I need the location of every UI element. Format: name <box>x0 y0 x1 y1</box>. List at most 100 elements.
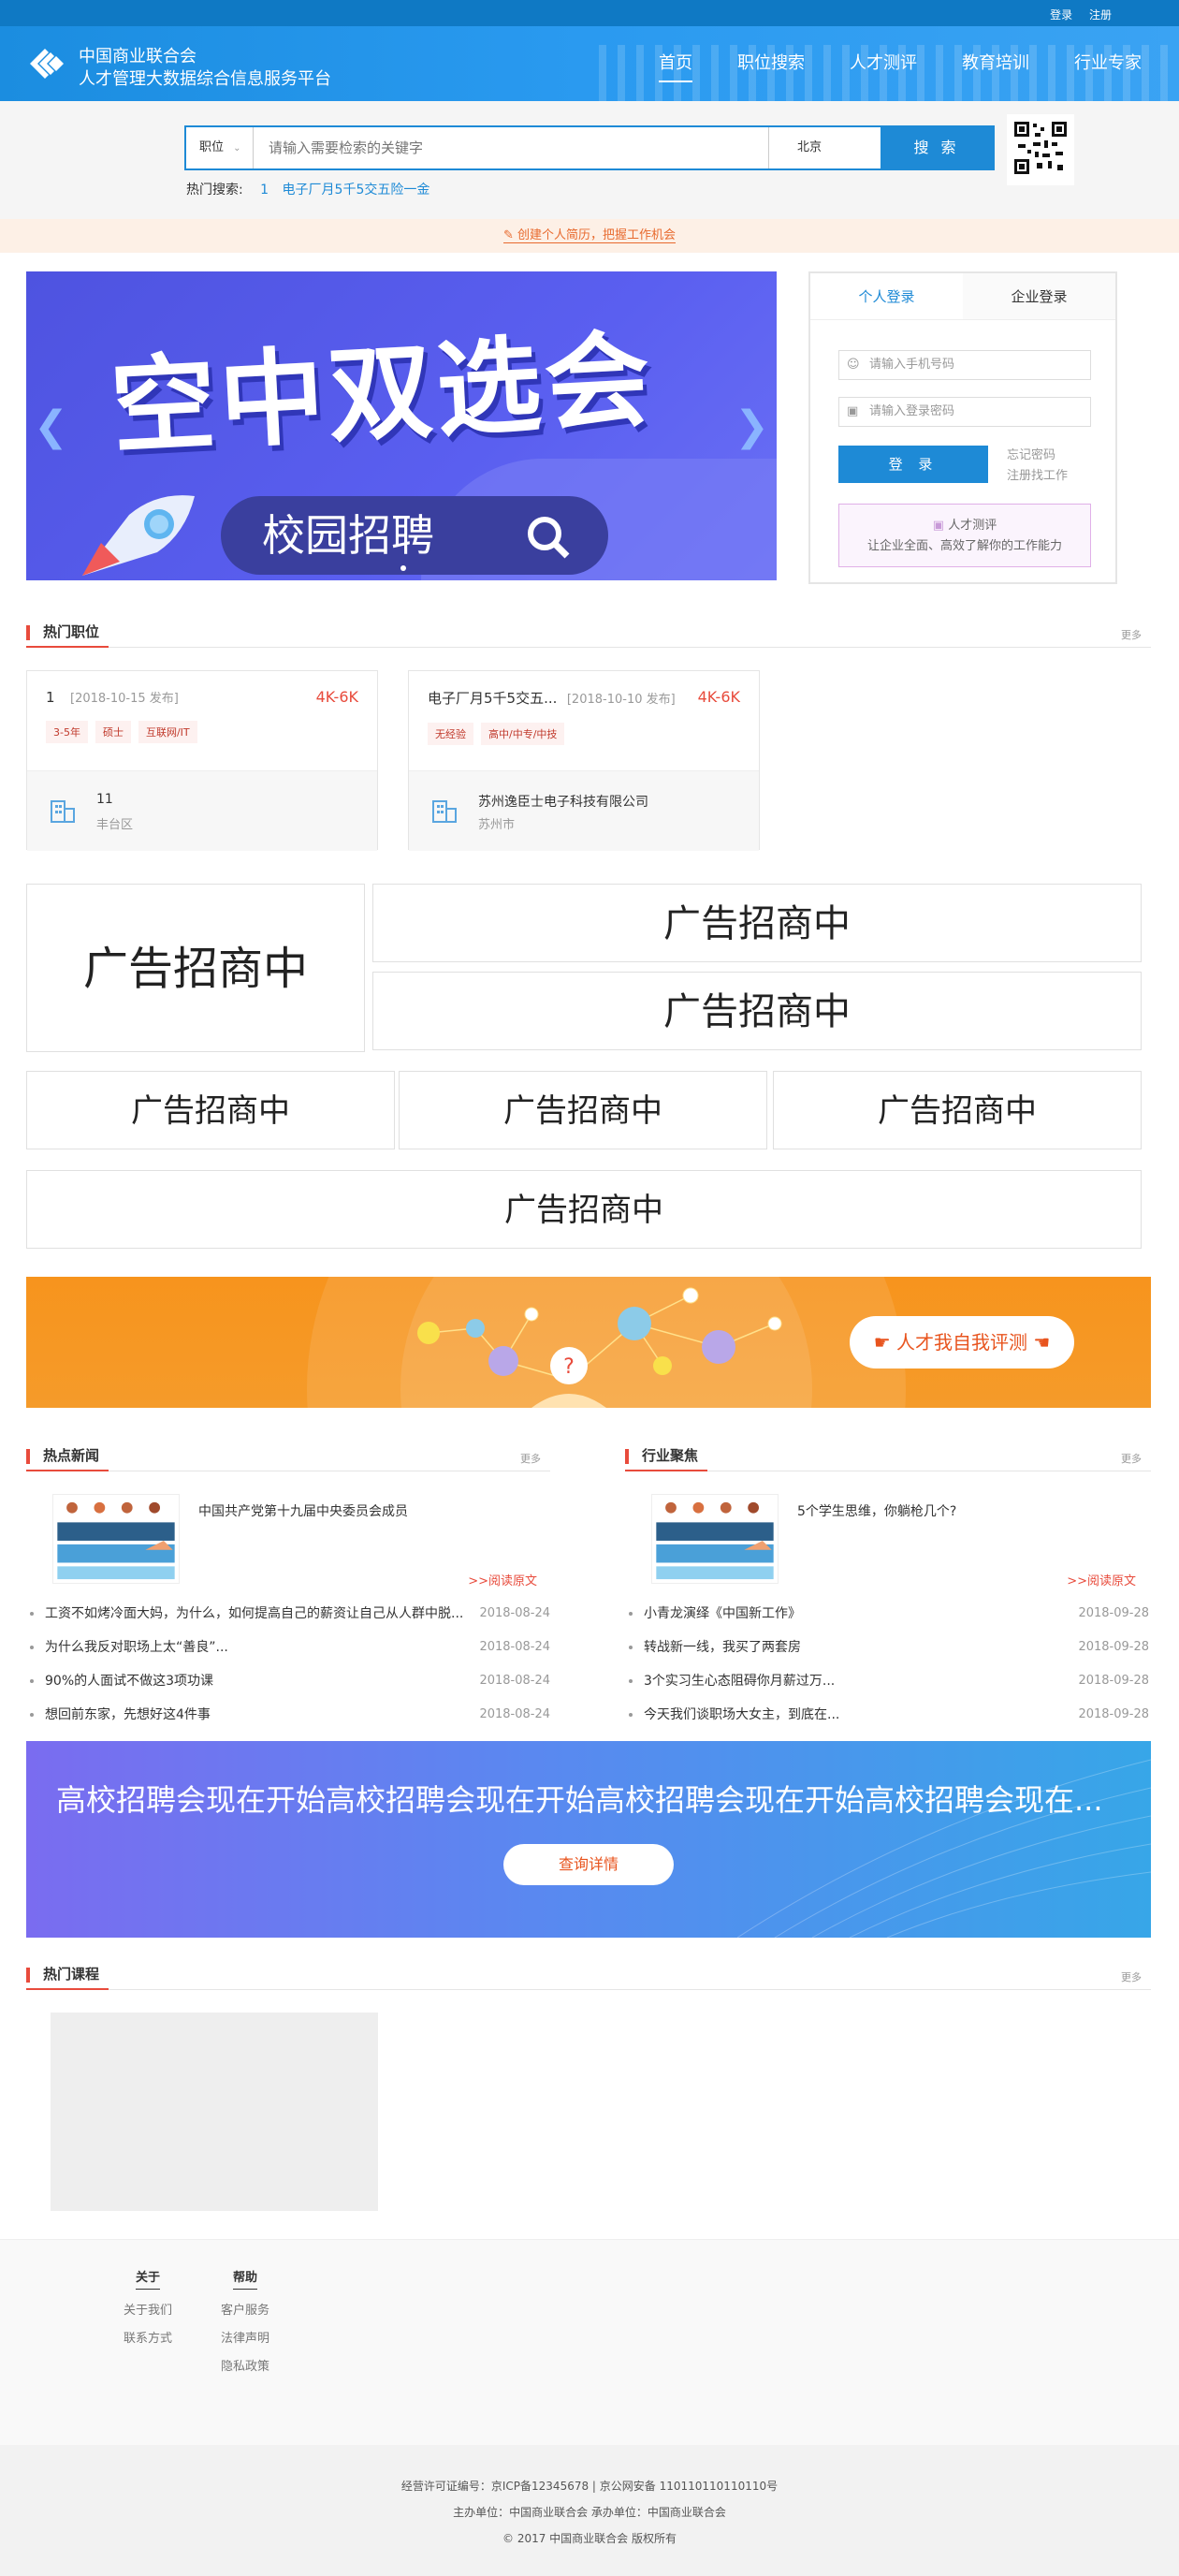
job-card[interactable]: 电子厂月5千5交五... [2018-10-10 发布] 4K-6K 无经验 高… <box>408 670 760 851</box>
top-links: 登录 注册 <box>1037 7 1112 22</box>
banner-headline: 空中双选会 <box>108 318 657 470</box>
test-desc: 让企业全面、高效了解你的工作能力 <box>866 539 1062 553</box>
news-feature[interactable]: 5个学生思维，你躺枪几个? >>阅读原文 <box>625 1494 1149 1588</box>
more-link[interactable]: 更多 <box>1121 627 1142 642</box>
company-name[interactable]: 11 <box>96 792 113 807</box>
news-date: 2018-08-24 <box>479 1640 550 1654</box>
forgot-password-link[interactable]: 忘记密码 <box>1007 446 1068 466</box>
footer-link[interactable]: 隐私政策 <box>217 2353 273 2381</box>
list-item[interactable]: 今天我们谈职场大女主，到底在... 2018-09-28 <box>625 1698 1149 1732</box>
banner-next-arrow-icon[interactable]: ❯ <box>735 402 769 450</box>
campus-banner-text: 高校招聘会现在开始高校招聘会现在开始高校招聘会现在开始高校招聘会现在... <box>56 1782 1103 1818</box>
news-feature-title[interactable]: 5个学生思维，你躺枪几个? <box>797 1501 956 1520</box>
ad-slot[interactable]: 广告招商中 <box>773 1071 1142 1149</box>
ad-slot[interactable]: 广告招商中 <box>372 884 1142 962</box>
news-title: 3个实习生心态阻碍你月薪过万... <box>644 1674 836 1689</box>
hot-keyword[interactable]: 电子厂月5千5交五险一金 <box>283 183 430 198</box>
section-title: 热门课程 <box>26 1964 109 1990</box>
news-date: 2018-09-28 <box>1078 1674 1149 1688</box>
list-item[interactable]: 转战新一线，我买了两套房 2018-09-28 <box>625 1631 1149 1664</box>
banner-carousel[interactable]: 空中双选会 校园招聘 ❮ ❯ <box>26 271 777 580</box>
ad-slot[interactable]: 广告招商中 <box>26 1071 395 1149</box>
news-feature[interactable]: 中国共产党第十九届中央委员会成员 >>阅读原文 <box>26 1494 550 1588</box>
city-select[interactable]: 北京 <box>768 127 881 168</box>
login-links: 忘记密码 注册找工作 <box>1007 446 1068 487</box>
read-more-link[interactable]: >>阅读原文 <box>468 1571 537 1588</box>
search-box: 职位 ⌄ 北京 搜 索 <box>184 125 995 170</box>
search-icon <box>528 517 570 559</box>
phone-field[interactable]: ☺ 请输入手机号码 <box>838 350 1091 380</box>
organizer-info: 主办单位：中国商业联合会 承办单位：中国商业联合会 <box>453 2506 726 2519</box>
tab-personal-login[interactable]: 个人登录 <box>810 273 963 319</box>
company-address: 丰台区 <box>96 818 134 832</box>
list-item[interactable]: 工资不如烤冷面大妈，为什么，如何提高自己的薪资让自己从人群中脱... 2018-0… <box>26 1597 550 1631</box>
ad-slot[interactable]: 广告招商中 <box>399 1071 767 1149</box>
carousel-dot[interactable] <box>400 565 406 571</box>
footer-link[interactable]: 客户服务 <box>217 2297 273 2325</box>
create-resume-link[interactable]: ✎ 创建个人简历，把握工作机会 <box>502 228 677 243</box>
campus-recruit-banner[interactable]: 高校招聘会现在开始高校招聘会现在开始高校招聘会现在开始高校招聘会现在... 查询… <box>26 1741 1151 1938</box>
talent-test-banner[interactable]: ? ☛ 人才我自我评测 ☚ <box>26 1277 1151 1408</box>
search-input[interactable] <box>254 127 768 168</box>
building-icon <box>432 800 457 823</box>
nav-education[interactable]: 教育培训 <box>962 26 1029 101</box>
platform-name: 人才管理大数据综合信息服务平台 <box>79 69 331 89</box>
job-title[interactable]: 电子厂月5千5交五... <box>428 690 557 707</box>
industry-focus-header: 行业聚焦 更多 <box>625 1438 1151 1471</box>
tab-company-login[interactable]: 企业登录 <box>963 273 1115 319</box>
talent-test-box[interactable]: ▣ 人才测评 让企业全面、高效了解你的工作能力 <box>838 504 1091 567</box>
list-item[interactable]: 90%的人面试不做这3项功课 2018-08-24 <box>26 1664 550 1698</box>
login-tabs: 个人登录 企业登录 <box>810 273 1115 320</box>
list-item[interactable]: 小青龙演绎《中国新工作》 2018-09-28 <box>625 1597 1149 1631</box>
footer-link[interactable]: 法律声明 <box>217 2325 273 2353</box>
register-link[interactable]: 注册 <box>1089 8 1112 22</box>
more-link[interactable]: 更多 <box>1121 1451 1142 1466</box>
hot-search-label: 热门搜索: <box>186 183 243 198</box>
banner-prev-arrow-icon[interactable]: ❮ <box>34 402 68 450</box>
password-placeholder: 请输入登录密码 <box>869 404 955 418</box>
self-assessment-button[interactable]: ☛ 人才我自我评测 ☚ <box>850 1316 1074 1368</box>
chevron-down-icon: ⌄ <box>233 143 241 154</box>
more-link[interactable]: 更多 <box>520 1451 541 1466</box>
logo-icon[interactable] <box>26 45 67 82</box>
rocket-icon <box>82 495 195 576</box>
site-header: 中国商业联合会 人才管理大数据综合信息服务平台 首页 职位搜索 人才测评 教育培… <box>0 26 1179 101</box>
nav-experts[interactable]: 行业专家 <box>1074 26 1142 101</box>
ad-slot[interactable]: 广告招商中 <box>26 1170 1142 1249</box>
hot-searches: 热门搜索: 1 电子厂月5千5交五险一金 <box>186 180 429 198</box>
ad-slot[interactable]: 广告招商中 <box>372 972 1142 1050</box>
list-item[interactable]: 想回前东家，先想好这4件事 2018-08-24 <box>26 1698 550 1732</box>
list-item[interactable]: 3个实习生心态阻碍你月薪过万... 2018-09-28 <box>625 1664 1149 1698</box>
course-card[interactable] <box>51 2012 378 2211</box>
list-item[interactable]: 为什么我反对职场上太“善良”... 2018-08-24 <box>26 1631 550 1664</box>
company-name[interactable]: 苏州逸臣士电子科技有限公司 <box>478 792 648 811</box>
login-button[interactable]: 登 录 <box>838 446 988 483</box>
ad-slot[interactable]: 广告招商中 <box>26 884 365 1052</box>
news-feature-title[interactable]: 中国共产党第十九届中央委员会成员 <box>198 1501 408 1520</box>
login-panel: 个人登录 企业登录 ☺ 请输入手机号码 ▣ 请输入登录密码 登 录 忘记密码 注… <box>808 271 1117 584</box>
footer-link[interactable]: 联系方式 <box>120 2325 176 2353</box>
job-tag: 高中/中专/中技 <box>481 723 565 745</box>
more-link[interactable]: 更多 <box>1121 1969 1142 1984</box>
footer-link[interactable]: 关于我们 <box>120 2297 176 2325</box>
query-details-button[interactable]: 查询详情 <box>503 1844 674 1885</box>
register-job-link[interactable]: 注册找工作 <box>1007 466 1068 487</box>
job-tag: 3-5年 <box>46 721 88 743</box>
login-link[interactable]: 登录 <box>1050 8 1072 22</box>
nav-talent-test[interactable]: 人才测评 <box>850 26 917 101</box>
notice-text: 创建个人简历，把握工作机会 <box>517 228 677 242</box>
footer-help: 帮助 客户服务 法律声明 隐私政策 <box>217 2264 273 2381</box>
job-card[interactable]: 1 [2018-10-15 发布] 4K-6K 3-5年 硕士 互联网/IT 1… <box>26 670 378 851</box>
nav-job-search[interactable]: 职位搜索 <box>737 26 805 101</box>
password-field[interactable]: ▣ 请输入登录密码 <box>838 397 1091 427</box>
news-title: 小青龙演绎《中国新工作》 <box>644 1606 801 1621</box>
qr-code <box>1007 114 1074 185</box>
nav-home[interactable]: 首页 <box>659 26 692 101</box>
pointing-hand-icon: ☛ <box>873 1331 896 1354</box>
read-more-link[interactable]: >>阅读原文 <box>1067 1571 1136 1588</box>
category-select[interactable]: 职位 ⌄ <box>186 127 254 168</box>
hot-keyword[interactable]: 1 <box>260 183 269 198</box>
search-button[interactable]: 搜 索 <box>881 127 993 168</box>
job-title[interactable]: 1 <box>46 689 55 706</box>
test-icon: ▣ <box>932 519 949 533</box>
